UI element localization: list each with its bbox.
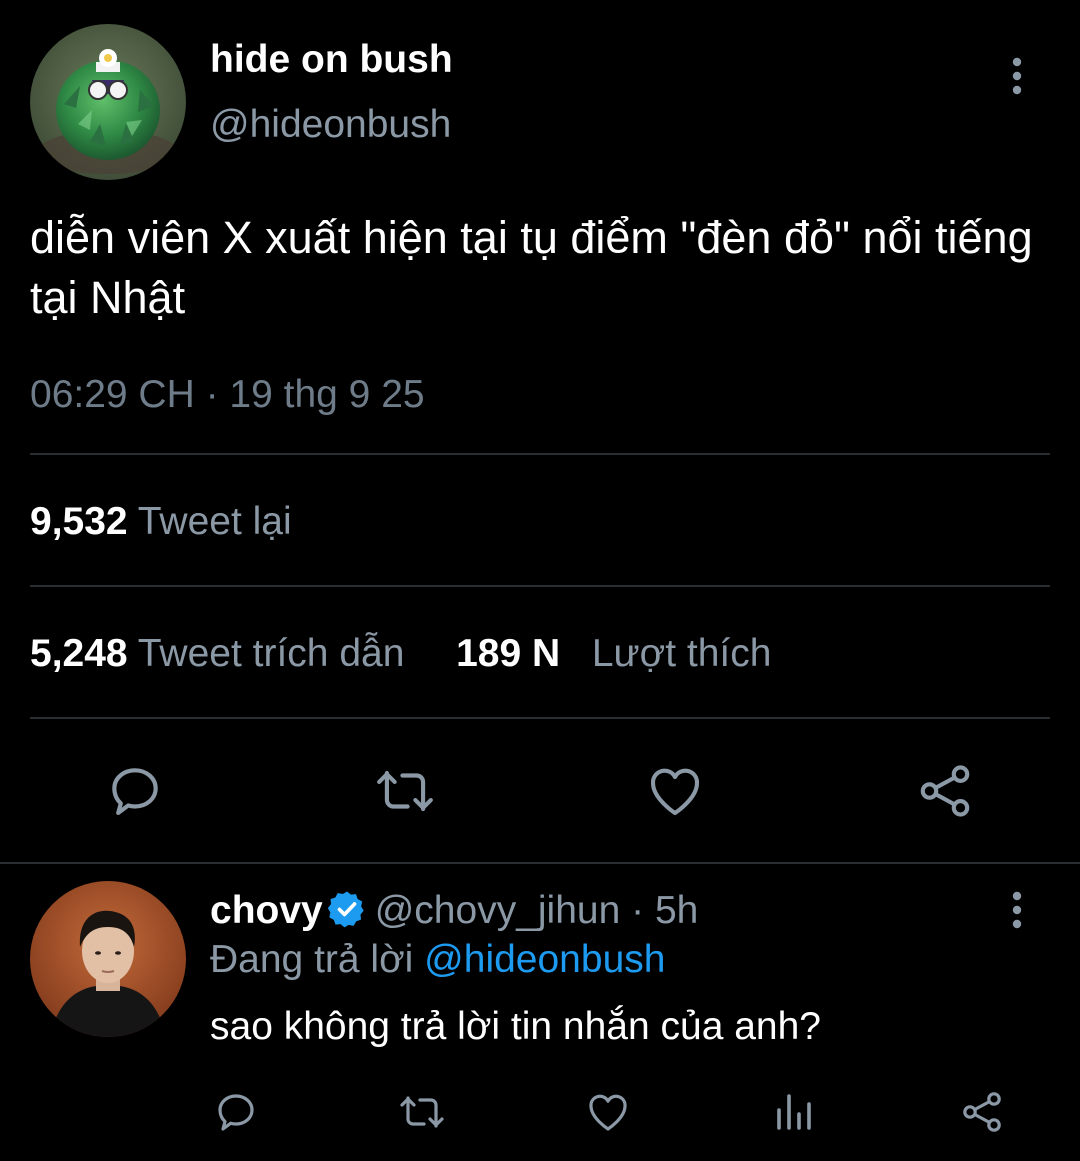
reply-author-handle[interactable]: @chovy_jihun [375, 889, 621, 932]
reply-time: · 5h [631, 889, 699, 932]
engagement-stats: 5,248 Tweet trích dẫn 189 N Lượt thích [30, 632, 771, 676]
reply-reply-icon[interactable] [212, 1088, 260, 1136]
like-icon[interactable] [644, 760, 706, 822]
divider [30, 717, 1050, 719]
retweet-icon[interactable] [374, 760, 436, 822]
quote-stats[interactable]: 5,248 Tweet trích dẫn [30, 632, 415, 675]
author-avatar[interactable] [30, 24, 186, 180]
reply-author-name[interactable]: chovy [210, 889, 323, 932]
reply-header: chovy @chovy_jihun · 5h [210, 889, 698, 933]
reply-text: sao không trả lời tin nhắn của anh? [210, 1005, 821, 1048]
section-divider [0, 862, 1080, 864]
more-options-icon[interactable] [1002, 54, 1032, 98]
replying-to: Đang trả lời @hideonbush [210, 938, 665, 982]
retweet-count: 9,532 [30, 500, 128, 543]
reply-share-icon[interactable] [958, 1088, 1006, 1136]
reply-retweet-icon[interactable] [398, 1088, 446, 1136]
tweet-timestamp[interactable]: 06:29 CH · 19 thg 9 25 [30, 373, 425, 417]
reply-more-options-icon[interactable] [1002, 888, 1032, 932]
verified-badge-icon [327, 889, 367, 929]
like-count: 189 N [456, 632, 561, 675]
divider [30, 453, 1050, 455]
author-display-name[interactable]: hide on bush [210, 38, 453, 82]
divider [30, 585, 1050, 587]
share-icon[interactable] [914, 760, 976, 822]
like-label: Lượt thích [591, 632, 772, 675]
author-handle[interactable]: @hideonbush [210, 103, 451, 147]
portrait-avatar-icon [30, 881, 186, 1037]
like-stats[interactable]: 189 N Lượt thích [456, 632, 771, 675]
reply-like-icon[interactable] [584, 1088, 632, 1136]
reply-icon[interactable] [104, 760, 166, 822]
quote-count: 5,248 [30, 632, 128, 675]
replying-to-label: Đang trả lời [210, 938, 414, 981]
tweet-text: diễn viên X xuất hiện tại tụ điểm "đèn đ… [30, 212, 1033, 323]
replying-to-handle-link[interactable]: @hideonbush [424, 938, 665, 981]
retweet-label: Tweet lại [137, 500, 292, 543]
quote-label: Tweet trích dẫn [137, 632, 405, 675]
reply-views-icon[interactable] [771, 1088, 819, 1136]
retweet-stats[interactable]: 9,532 Tweet lại [30, 500, 292, 544]
bush-avatar-icon [30, 24, 186, 180]
reply-author-avatar[interactable] [30, 881, 186, 1037]
